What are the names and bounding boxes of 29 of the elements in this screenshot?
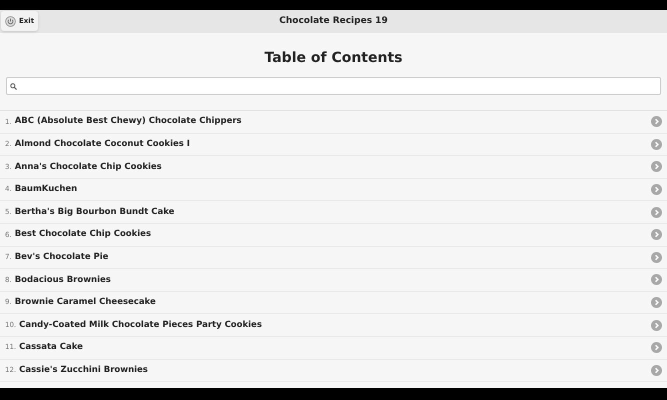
recipe-name: Best Chocolate Chip Cookies — [14, 228, 152, 242]
recipe-name: Cassie's Zucchini Brownies — [19, 364, 148, 377]
chevron-right-icon — [651, 206, 662, 218]
recipe-name: Bertha's Big Bourbon Bundt Cake — [14, 206, 174, 219]
chevron-right-icon — [651, 364, 662, 376]
recipe-name: ABC (Absolute Best Chewy) Chocolate Chippers — [14, 115, 242, 128]
chevron-right-icon — [651, 252, 662, 263]
recipe-name: Brownie Caramel Cheesecake — [14, 296, 156, 309]
chevron-right-icon — [651, 342, 662, 354]
chevron-right-icon — [651, 274, 662, 286]
chevron-right-icon — [651, 320, 662, 331]
chevron-right-icon — [651, 116, 662, 128]
recipe-name: Anna's Chocolate Chip Cookies — [14, 160, 162, 174]
recipe-name: BaumKuchen — [14, 183, 78, 196]
app-title: Chocolate Recipes 19 — [279, 14, 388, 28]
chevron-right-icon — [651, 138, 662, 150]
chevron-right-icon — [651, 297, 662, 308]
search-icon — [10, 82, 17, 90]
power-icon — [5, 16, 16, 26]
recipe-name: Bodacious Brownies — [14, 274, 111, 286]
recipe-name: Bev's Chocolate Pie — [14, 250, 108, 264]
chevron-right-icon — [651, 229, 662, 240]
recipe-name: Candy-Coated Milk Chocolate Pieces Party Cookies — [19, 318, 262, 332]
search-field[interactable] — [6, 77, 661, 95]
chevron-right-icon — [651, 161, 662, 172]
recipe-name: Cassata Cake — [19, 341, 83, 354]
recipe-name: Almond Chocolate Coconut Cookies I — [14, 138, 190, 151]
chevron-right-icon — [651, 184, 662, 196]
page-title: Table of Contents — [263, 49, 404, 67]
